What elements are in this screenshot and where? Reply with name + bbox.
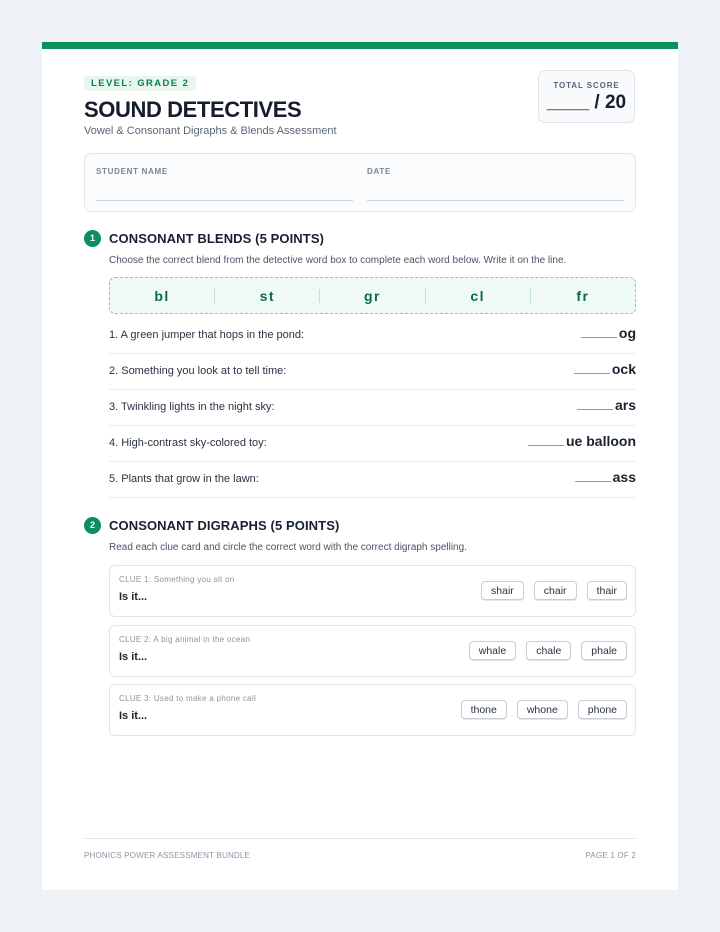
section-2-title: CONSONANT DIGRAPHS (5 POINTS)	[109, 517, 340, 533]
student-name-label: STUDENT NAME	[96, 167, 168, 176]
word-choice[interactable]: shair	[481, 581, 524, 600]
word-ending: og	[618, 325, 636, 341]
section-2-header: 2 CONSONANT DIGRAPHS (5 POINTS)	[84, 515, 339, 535]
date-label: DATE	[367, 167, 391, 176]
section-2-instructions: Read each clue card and circle the corre…	[109, 542, 467, 553]
clue-prompt: Is it...	[119, 651, 148, 663]
top-accent-bar	[42, 42, 678, 49]
word-choice[interactable]: thair	[586, 581, 627, 600]
word-choice[interactable]: whone	[516, 700, 568, 719]
clue-label: CLUE 1: Something you sit on	[119, 575, 235, 584]
footer-page-number: PAGE 1 OF 2	[585, 851, 636, 860]
footer-divider	[84, 838, 636, 839]
level-badge: LEVEL: GRADE 2	[84, 76, 197, 91]
answer-area: ock	[573, 361, 636, 377]
word-ending: ock	[611, 361, 636, 377]
page-title: SOUND DETECTIVES	[84, 97, 302, 122]
question-text: 5. Plants that grow in the lawn:	[109, 473, 259, 485]
clue-prompt: Is it...	[119, 591, 148, 603]
detective-word-box: bl st gr cl fr	[109, 277, 636, 314]
total-score-label: TOTAL SCORE	[553, 81, 620, 90]
word-choice[interactable]: whale	[468, 641, 517, 660]
word-box-item: st	[259, 287, 276, 304]
section-1-header: 1 CONSONANT BLENDS (5 POINTS)	[84, 228, 324, 248]
student-info-box: STUDENT NAME DATE	[84, 153, 636, 212]
choice-group: shair chair thair	[481, 581, 627, 600]
word-ending: ars	[614, 397, 636, 413]
word-box-item: bl	[154, 287, 170, 304]
date-field[interactable]	[367, 200, 624, 201]
answer-blank[interactable]	[528, 445, 564, 446]
clue-label: CLUE 2: A big animal in the ocean	[119, 635, 251, 644]
answer-blank[interactable]	[573, 373, 610, 374]
footer-left-text: PHONICS POWER ASSESSMENT BUNDLE	[84, 851, 251, 860]
student-name-field[interactable]	[96, 200, 353, 201]
answer-area: og	[580, 325, 636, 341]
question-row: 1. A green jumper that hops in the pond:…	[109, 318, 636, 354]
question-row: 4. High-contrast sky-colored toy: ue bal…	[109, 426, 636, 462]
word-choice[interactable]: chair	[533, 581, 577, 600]
total-score-value[interactable]: ____ / 20	[539, 92, 634, 114]
answer-area: ass	[574, 469, 636, 485]
choice-group: whale chale phale	[468, 641, 627, 660]
clue-card: CLUE 2: A big animal in the ocean Is it.…	[109, 625, 636, 677]
section-2-number: 2	[84, 516, 101, 534]
choice-group: thone whone phone	[460, 700, 627, 719]
worksheet-page: LEVEL: GRADE 2 SOUND DETECTIVES Vowel & …	[42, 42, 678, 890]
word-choice[interactable]: phone	[577, 700, 627, 719]
answer-blank[interactable]	[580, 337, 617, 338]
word-choice[interactable]: phale	[581, 641, 627, 660]
word-box-item: gr	[364, 287, 381, 304]
word-choice[interactable]: thone	[460, 700, 507, 719]
answer-blank[interactable]	[576, 409, 613, 410]
word-ending: ue balloon	[566, 433, 636, 449]
word-box-item: fr	[576, 287, 590, 304]
clue-card: CLUE 1: Something you sit on Is it... sh…	[109, 565, 636, 617]
clue-card: CLUE 3: Used to make a phone call Is it.…	[109, 684, 636, 736]
word-ending: ass	[612, 469, 636, 485]
question-text: 4. High-contrast sky-colored toy:	[109, 437, 267, 449]
question-text: 1. A green jumper that hops in the pond:	[109, 329, 305, 341]
page-subtitle: Vowel & Consonant Digraphs & Blends Asse…	[84, 125, 337, 137]
section-1-instructions: Choose the correct blend from the detect…	[109, 255, 567, 266]
word-box-item: cl	[470, 287, 486, 304]
clue-label: CLUE 3: Used to make a phone call	[119, 694, 257, 703]
question-text: 2. Something you look at to tell time:	[109, 365, 287, 377]
section-1-title: CONSONANT BLENDS (5 POINTS)	[109, 230, 325, 246]
clue-prompt: Is it...	[119, 710, 148, 722]
word-choice[interactable]: chale	[526, 641, 572, 660]
question-row: 5. Plants that grow in the lawn: ass	[109, 462, 636, 498]
section-1-number: 1	[84, 229, 101, 247]
question-row: 3. Twinkling lights in the night sky: ar…	[109, 390, 636, 426]
question-text: 3. Twinkling lights in the night sky:	[109, 401, 275, 413]
question-row: 2. Something you look at to tell time: o…	[109, 354, 636, 390]
answer-area: ue balloon	[528, 433, 636, 449]
answer-blank[interactable]	[574, 481, 611, 482]
total-score-box: TOTAL SCORE ____ / 20	[538, 70, 635, 123]
answer-area: ars	[576, 397, 636, 413]
